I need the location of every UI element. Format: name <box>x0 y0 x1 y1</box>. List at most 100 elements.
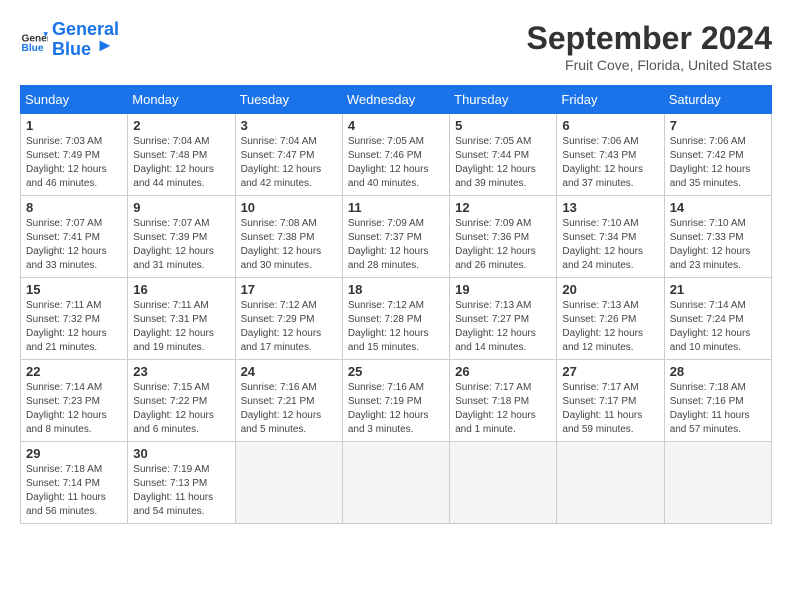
calendar-day-cell <box>557 442 664 524</box>
calendar-day-cell: 26 Sunrise: 7:17 AM Sunset: 7:18 PM Dayli… <box>450 360 557 442</box>
day-number: 25 <box>348 364 444 379</box>
day-number: 11 <box>348 200 444 215</box>
calendar-week-row: 8 Sunrise: 7:07 AM Sunset: 7:41 PM Daylig… <box>21 196 772 278</box>
day-number: 6 <box>562 118 658 133</box>
weekday-header-tuesday: Tuesday <box>235 86 342 114</box>
day-detail-text: Sunrise: 7:14 AM Sunset: 7:23 PM Dayligh… <box>26 381 122 437</box>
calendar-day-cell: 8 Sunrise: 7:07 AM Sunset: 7:41 PM Daylig… <box>21 196 128 278</box>
calendar-day-cell: 2 Sunrise: 7:04 AM Sunset: 7:48 PM Daylig… <box>128 114 235 196</box>
day-detail-text: Sunrise: 7:06 AM Sunset: 7:42 PM Dayligh… <box>670 135 766 191</box>
day-number: 26 <box>455 364 551 379</box>
calendar-day-cell: 30Sunrise: 7:19 AM Sunset: 7:13 PM Dayli… <box>128 442 235 524</box>
calendar-day-cell: 18Sunrise: 7:12 AM Sunset: 7:28 PM Dayli… <box>342 278 449 360</box>
day-detail-text: Sunrise: 7:05 AM Sunset: 7:44 PM Dayligh… <box>455 135 551 191</box>
calendar-week-row: 15 Sunrise: 7:11 AM Sunset: 7:32 PM Dayli… <box>21 278 772 360</box>
calendar-day-cell: 3 Sunrise: 7:04 AM Sunset: 7:47 PM Daylig… <box>235 114 342 196</box>
day-detail-text: Sunrise: 7:07 AM Sunset: 7:41 PM Dayligh… <box>26 217 122 273</box>
calendar-day-cell: 16 Sunrise: 7:11 AM Sunset: 7:31 PM Dayli… <box>128 278 235 360</box>
day-number: 28 <box>670 364 766 379</box>
day-number: 10 <box>241 200 337 215</box>
day-detail-text: Sunrise: 7:18 AM Sunset: 7:14 PM Dayligh… <box>26 463 122 519</box>
day-number: 27 <box>562 364 658 379</box>
weekday-header-monday: Monday <box>128 86 235 114</box>
calendar-day-cell: 27 Sunrise: 7:17 AM Sunset: 7:17 PM Dayli… <box>557 360 664 442</box>
weekday-header-saturday: Saturday <box>664 86 771 114</box>
page-header: General Blue General Blue ► September 20… <box>20 20 772 73</box>
day-detail-text: Sunrise: 7:14 AM Sunset: 7:24 PM Dayligh… <box>670 299 766 355</box>
calendar-day-cell: 5 Sunrise: 7:05 AM Sunset: 7:44 PM Daylig… <box>450 114 557 196</box>
calendar-day-cell: 7Sunrise: 7:06 AM Sunset: 7:42 PM Daylig… <box>664 114 771 196</box>
day-number: 15 <box>26 282 122 297</box>
day-detail-text: Sunrise: 7:12 AM Sunset: 7:29 PM Dayligh… <box>241 299 337 355</box>
calendar-day-cell: 21 Sunrise: 7:14 AM Sunset: 7:24 PM Dayli… <box>664 278 771 360</box>
calendar-day-cell: 6Sunrise: 7:06 AM Sunset: 7:43 PM Daylig… <box>557 114 664 196</box>
calendar-day-cell: 23Sunrise: 7:15 AM Sunset: 7:22 PM Dayli… <box>128 360 235 442</box>
day-detail-text: Sunrise: 7:07 AM Sunset: 7:39 PM Dayligh… <box>133 217 229 273</box>
calendar-day-cell: 24 Sunrise: 7:16 AM Sunset: 7:21 PM Dayli… <box>235 360 342 442</box>
title-block: September 2024 Fruit Cove, Florida, Unit… <box>527 20 772 73</box>
day-number: 12 <box>455 200 551 215</box>
day-number: 17 <box>241 282 337 297</box>
weekday-header-friday: Friday <box>557 86 664 114</box>
calendar-day-cell: 25 Sunrise: 7:16 AM Sunset: 7:19 PM Dayli… <box>342 360 449 442</box>
day-number: 22 <box>26 364 122 379</box>
day-detail-text: Sunrise: 7:10 AM Sunset: 7:33 PM Dayligh… <box>670 217 766 273</box>
day-detail-text: Sunrise: 7:10 AM Sunset: 7:34 PM Dayligh… <box>562 217 658 273</box>
logo-icon: General Blue <box>20 26 48 54</box>
calendar-day-cell: 10 Sunrise: 7:08 AM Sunset: 7:38 PM Dayli… <box>235 196 342 278</box>
day-detail-text: Sunrise: 7:13 AM Sunset: 7:26 PM Dayligh… <box>562 299 658 355</box>
day-number: 8 <box>26 200 122 215</box>
svg-text:Blue: Blue <box>22 43 44 54</box>
day-number: 14 <box>670 200 766 215</box>
day-number: 1 <box>26 118 122 133</box>
day-detail-text: Sunrise: 7:11 AM Sunset: 7:32 PM Dayligh… <box>26 299 122 355</box>
day-detail-text: Sunrise: 7:09 AM Sunset: 7:37 PM Dayligh… <box>348 217 444 273</box>
day-number: 21 <box>670 282 766 297</box>
calendar-day-cell: 17 Sunrise: 7:12 AM Sunset: 7:29 PM Dayli… <box>235 278 342 360</box>
calendar-day-cell <box>342 442 449 524</box>
day-detail-text: Sunrise: 7:09 AM Sunset: 7:36 PM Dayligh… <box>455 217 551 273</box>
day-detail-text: Sunrise: 7:17 AM Sunset: 7:18 PM Dayligh… <box>455 381 551 437</box>
day-number: 9 <box>133 200 229 215</box>
day-detail-text: Sunrise: 7:04 AM Sunset: 7:47 PM Dayligh… <box>241 135 337 191</box>
day-number: 24 <box>241 364 337 379</box>
calendar-day-cell <box>664 442 771 524</box>
day-detail-text: Sunrise: 7:11 AM Sunset: 7:31 PM Dayligh… <box>133 299 229 355</box>
calendar-day-cell: 4Sunrise: 7:05 AM Sunset: 7:46 PM Daylig… <box>342 114 449 196</box>
day-detail-text: Sunrise: 7:04 AM Sunset: 7:48 PM Dayligh… <box>133 135 229 191</box>
day-detail-text: Sunrise: 7:13 AM Sunset: 7:27 PM Dayligh… <box>455 299 551 355</box>
logo: General Blue General Blue ► <box>20 20 119 60</box>
weekday-header-sunday: Sunday <box>21 86 128 114</box>
calendar-day-cell: 12 Sunrise: 7:09 AM Sunset: 7:36 PM Dayli… <box>450 196 557 278</box>
calendar-day-cell: 28 Sunrise: 7:18 AM Sunset: 7:16 PM Dayli… <box>664 360 771 442</box>
day-number: 13 <box>562 200 658 215</box>
day-detail-text: Sunrise: 7:17 AM Sunset: 7:17 PM Dayligh… <box>562 381 658 437</box>
calendar-day-cell: 22 Sunrise: 7:14 AM Sunset: 7:23 PM Dayli… <box>21 360 128 442</box>
day-detail-text: Sunrise: 7:16 AM Sunset: 7:19 PM Dayligh… <box>348 381 444 437</box>
day-number: 29 <box>26 446 122 461</box>
day-number: 16 <box>133 282 229 297</box>
day-number: 23 <box>133 364 229 379</box>
day-detail-text: Sunrise: 7:03 AM Sunset: 7:49 PM Dayligh… <box>26 135 122 191</box>
calendar-day-cell: 13 Sunrise: 7:10 AM Sunset: 7:34 PM Dayli… <box>557 196 664 278</box>
calendar-day-cell: 29 Sunrise: 7:18 AM Sunset: 7:14 PM Dayli… <box>21 442 128 524</box>
calendar-week-row: 29 Sunrise: 7:18 AM Sunset: 7:14 PM Dayli… <box>21 442 772 524</box>
day-detail-text: Sunrise: 7:08 AM Sunset: 7:38 PM Dayligh… <box>241 217 337 273</box>
day-detail-text: Sunrise: 7:12 AM Sunset: 7:28 PM Dayligh… <box>348 299 444 355</box>
weekday-header-wednesday: Wednesday <box>342 86 449 114</box>
weekday-header-thursday: Thursday <box>450 86 557 114</box>
day-number: 20 <box>562 282 658 297</box>
calendar-week-row: 1 Sunrise: 7:03 AM Sunset: 7:49 PM Daylig… <box>21 114 772 196</box>
month-title: September 2024 <box>527 20 772 57</box>
day-number: 5 <box>455 118 551 133</box>
calendar-day-cell: 15 Sunrise: 7:11 AM Sunset: 7:32 PM Dayli… <box>21 278 128 360</box>
calendar-table: SundayMondayTuesdayWednesdayThursdayFrid… <box>20 85 772 524</box>
day-detail-text: Sunrise: 7:16 AM Sunset: 7:21 PM Dayligh… <box>241 381 337 437</box>
day-detail-text: Sunrise: 7:05 AM Sunset: 7:46 PM Dayligh… <box>348 135 444 191</box>
day-number: 3 <box>241 118 337 133</box>
calendar-day-cell: 19Sunrise: 7:13 AM Sunset: 7:27 PM Dayli… <box>450 278 557 360</box>
day-detail-text: Sunrise: 7:18 AM Sunset: 7:16 PM Dayligh… <box>670 381 766 437</box>
day-number: 30 <box>133 446 229 461</box>
calendar-day-cell: 9 Sunrise: 7:07 AM Sunset: 7:39 PM Daylig… <box>128 196 235 278</box>
day-number: 2 <box>133 118 229 133</box>
